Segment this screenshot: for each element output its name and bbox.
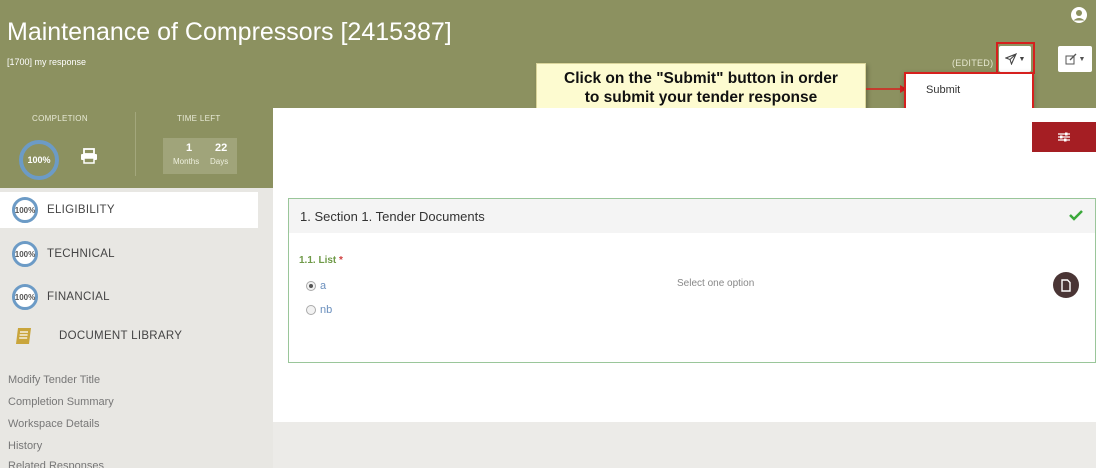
edit-dropdown-button[interactable]: ▼ — [1058, 46, 1092, 72]
radio-button[interactable] — [306, 305, 316, 315]
radio-option-label: nb — [320, 304, 333, 316]
document-icon — [1061, 278, 1071, 292]
main-toolbar-area — [273, 108, 1096, 192]
book-icon — [16, 328, 31, 344]
question-label: 1.1. List * — [299, 255, 343, 266]
chevron-down-icon: ▼ — [1078, 55, 1086, 63]
progress-ring: 100% — [12, 284, 38, 310]
sidebar-item-label: FINANCIAL — [47, 291, 110, 303]
callout-line-1: Click on the "Submit" button in order — [564, 70, 838, 87]
check-icon — [1069, 210, 1083, 221]
progress-ring: 100% — [12, 197, 38, 223]
edit-icon — [1065, 53, 1076, 65]
submit-highlight-box — [996, 42, 1035, 74]
sidebar-link-related-responses[interactable]: Related Responses — [8, 460, 104, 468]
user-circle-icon[interactable] — [1070, 6, 1088, 24]
callout-arrow — [866, 85, 907, 93]
sidebar-link-history[interactable]: History — [8, 440, 42, 452]
progress-ring: 100% — [12, 241, 38, 267]
sidebar-item-label: DOCUMENT LIBRARY — [59, 330, 183, 342]
filter-button[interactable] — [1032, 122, 1096, 152]
sidebar-item-eligibility[interactable]: 100% ELIGIBILITY — [0, 192, 258, 228]
sidebar-item-technical[interactable]: 100% TECHNICAL — [0, 236, 258, 272]
response-subtitle: [1700] my response — [7, 57, 87, 67]
radio-option-nb[interactable]: nb — [306, 304, 332, 316]
callout-line-2: to submit your tender response — [584, 89, 818, 106]
sliders-icon — [1058, 132, 1070, 142]
attach-document-button[interactable] — [1053, 272, 1079, 298]
completion-ring: 100% — [19, 140, 59, 180]
submit-menu-item[interactable]: Submit — [926, 84, 1032, 96]
instruction-callout: Click on the "Submit" button in order to… — [536, 63, 866, 113]
days-value: 22 — [215, 142, 228, 154]
sidebar-link-modify-title[interactable]: Modify Tender Title — [8, 374, 100, 386]
required-mark: * — [339, 255, 343, 266]
page-title: Maintenance of Compressors [2415387] — [7, 18, 452, 46]
sidebar-link-completion-summary[interactable]: Completion Summary — [8, 396, 114, 408]
question-text: 1.1. List — [299, 255, 337, 266]
sidebar-link-workspace-details[interactable]: Workspace Details — [8, 418, 100, 430]
sidebar-item-label: ELIGIBILITY — [47, 204, 115, 216]
sidebar-item-label: TECHNICAL — [47, 248, 115, 260]
radio-option-label: a — [320, 280, 327, 292]
time-left-label: TIME LEFT — [177, 114, 221, 123]
radio-button[interactable] — [306, 281, 316, 291]
sidebar-item-document-library[interactable]: DOCUMENT LIBRARY — [0, 318, 258, 354]
section-panel: 1. Section 1. Tender Documents 1.1. List… — [288, 198, 1096, 363]
radio-option-a[interactable]: a — [306, 280, 326, 292]
months-unit: Months — [173, 157, 200, 166]
submit-dropdown-menu: Submit — [904, 72, 1034, 112]
completion-label: COMPLETION — [32, 114, 88, 123]
summary-divider — [135, 112, 136, 176]
select-hint: Select one option — [677, 278, 755, 289]
section-panel-header[interactable]: 1. Section 1. Tender Documents — [289, 199, 1095, 233]
edited-status: (EDITED) — [952, 58, 994, 68]
time-left-box: 1 22 Months Days — [163, 138, 237, 174]
sidebar-item-financial[interactable]: 100% FINANCIAL — [0, 279, 258, 315]
printer-icon[interactable] — [80, 148, 98, 164]
section-title: 1. Section 1. Tender Documents — [300, 209, 485, 224]
months-value: 1 — [186, 142, 193, 154]
days-unit: Days — [210, 157, 229, 166]
